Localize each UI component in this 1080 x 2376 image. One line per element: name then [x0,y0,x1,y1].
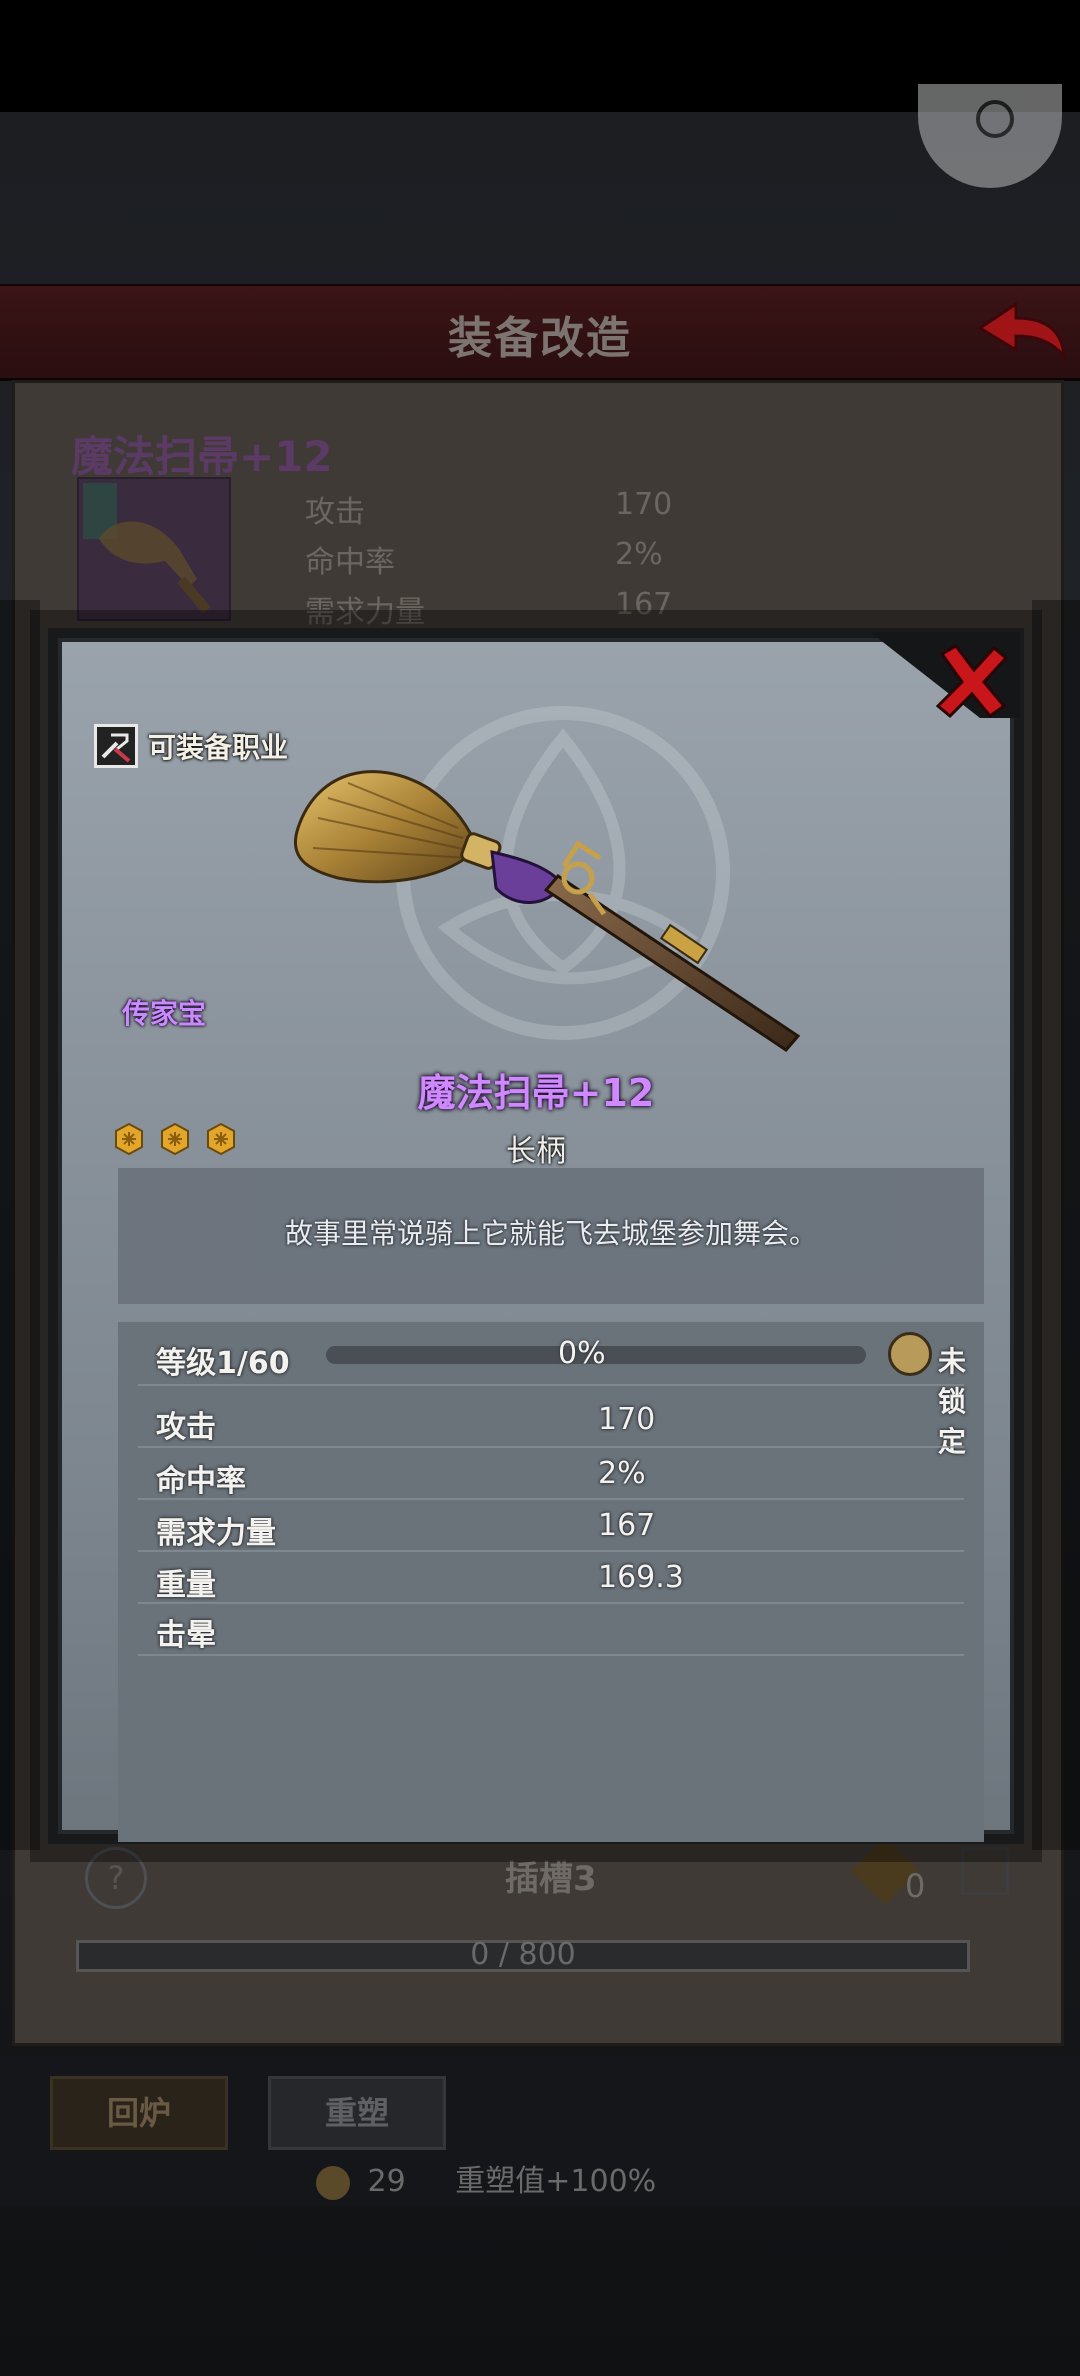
behind-stat-row: 命中率 2% [305,537,663,580]
overlay-shadow-right [1032,600,1080,1850]
rarity-label: 传家宝 [122,997,207,1030]
stat-divider [138,1654,964,1656]
return-button[interactable]: 回炉 [50,2076,228,2150]
screen-title: 装备改造 [448,313,632,364]
item-type: 长柄 [506,1134,566,1169]
stat-divider [138,1446,964,1448]
equippable-class-tag[interactable]: 可装备职业 [94,724,288,768]
stat-value-accuracy: 2% [598,1456,646,1491]
stat-value-attack: 170 [598,1402,656,1437]
item-description: 故事里常说骑上它就能飞去城堡参加舞会。 [284,1217,817,1250]
behind-item-name: 魔法扫帚+12 [71,432,333,481]
slot-row: ? 插槽3 0 [55,1837,1055,2023]
description-box: 故事里常说骑上它就能飞去城堡参加舞会。 [118,1168,984,1304]
overlay-shadow-left [0,600,40,1850]
menu-icon [976,100,1014,138]
lock-icon[interactable] [888,1332,932,1376]
stat-divider [138,1384,964,1386]
stat-divider [138,1602,964,1604]
back-arrow-icon[interactable] [972,298,1068,366]
stat-divider [138,1498,964,1500]
broom-thumbnail-icon [83,483,211,614]
help-icon[interactable]: ? [85,1847,147,1909]
lock-status[interactable]: 未锁定 [938,1340,984,1460]
stat-divider [138,1550,964,1552]
remold-bonus: 重塑值+100% [455,2164,657,2199]
stats-box: 等级1/60 0% 未锁定 攻击 170 命中率 2% 需求力量 167 重量 … [118,1322,984,1842]
stat-value-strength: 167 [598,1508,656,1543]
cost-row: 29 重塑值+100% [316,2156,656,2200]
screen-header: 装备改造 [0,284,1080,381]
broom-item-image [293,770,801,1052]
stat-label-stun: 击晕 [156,1618,216,1653]
close-icon[interactable] [932,640,1012,720]
behind-stats-list: 攻击 170 命中率 2% 需求力量 167 [305,487,725,637]
stat-value-weight: 169.3 [598,1560,684,1595]
slot-label: 插槽3 [505,1859,597,1899]
stat-label-strength: 需求力量 [156,1516,276,1551]
class-tool-icon [94,724,138,768]
behind-stat-row: 攻击 170 [305,487,673,530]
level-label: 等级1/60 [156,1346,290,1381]
remold-progress-bar: 0 / 800 [76,1937,970,1972]
cost-amount: 29 [367,2164,406,2199]
remold-button[interactable]: 重塑 [268,2076,446,2150]
stat-label-attack: 攻击 [156,1410,216,1445]
item-thumbnail[interactable] [77,477,231,621]
item-name: 魔法扫帚+12 [417,1071,655,1115]
stat-label-accuracy: 命中率 [156,1464,246,1499]
coin-icon [316,2165,350,2200]
item-detail-modal: 可装备职业 传家宝 魔法扫帚+12 长柄 故事里常说骑上它就能飞去城堡参加舞会。… [48,628,1024,1844]
level-percent: 0% [558,1336,606,1371]
slot-checkbox[interactable] [961,1847,1009,1895]
equippable-class-label: 可装备职业 [148,731,289,764]
stat-label-weight: 重量 [156,1568,216,1603]
remold-progress-text: 0 / 800 [470,1937,576,1972]
slot-count: 0 [905,1867,926,1905]
